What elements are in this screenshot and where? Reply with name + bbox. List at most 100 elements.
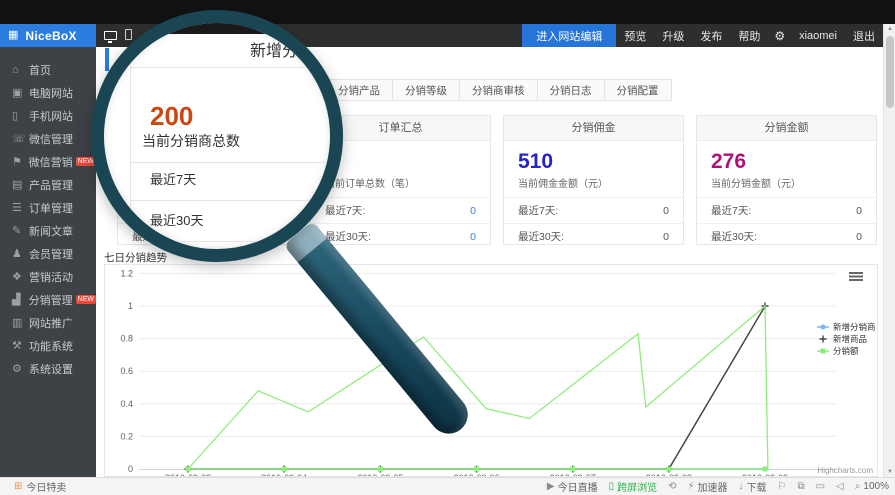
row-value[interactable]: 0	[663, 231, 669, 243]
row-value[interactable]: 0	[470, 231, 476, 243]
y-tick-label: 1.2	[120, 268, 133, 278]
magnified-card-label: 当前分销商总数	[142, 131, 240, 151]
promotion-icon: ▥	[12, 316, 29, 329]
row-key: 最近30天:	[325, 229, 371, 244]
sidebar-item-4[interactable]: ☏微信管理	[0, 127, 96, 150]
settings-icon: ⚙	[12, 362, 29, 375]
status-download[interactable]: ↓下载	[739, 479, 767, 494]
enter-site-edit-button[interactable]: 进入网站编辑	[522, 24, 616, 47]
sidebar-item-label: 功能系统	[29, 338, 73, 354]
status-icon[interactable]: ⟲	[668, 481, 676, 492]
marker-circle	[821, 325, 826, 330]
row-key: 最近7天:	[711, 203, 751, 218]
row-key: 最近30天:	[518, 229, 564, 244]
page-scrollbar[interactable]: ▲ ▼	[883, 24, 895, 477]
status-icon[interactable]: ⚐	[778, 481, 787, 492]
megaphone-icon: ⚑	[12, 155, 29, 168]
sidebar-item-12[interactable]: ▥网站推广	[0, 311, 96, 334]
sidebar-item-label: 分销管理	[29, 292, 73, 308]
scroll-down-arrow[interactable]: ▼	[884, 469, 895, 475]
username[interactable]: xiaomei	[791, 30, 845, 42]
card-row: 最近30天: 0	[697, 223, 876, 249]
nav-link-help[interactable]: 帮助	[730, 28, 768, 44]
sidebar-item-8[interactable]: ✎新闻文章	[0, 219, 96, 242]
sidebar-item-9[interactable]: ♟会员管理	[0, 242, 96, 265]
copy-icon: ⧉	[798, 481, 805, 492]
status-zoom[interactable]: ⌕100%	[855, 481, 889, 492]
gear-icon[interactable]: ⚙	[768, 29, 791, 43]
today-sale-label: 今日特卖	[26, 479, 66, 494]
tab-5[interactable]: 分销配置	[605, 79, 672, 101]
legend-item-新增分销商[interactable]: 新增分销商	[817, 322, 876, 332]
marker-square	[474, 467, 479, 472]
card-value: 276	[711, 150, 862, 174]
browser-status-bar: ⊞ 今日特卖 ▶今日直播 ▯跨屏浏览 ⟲ ⚡加速器 ↓下载 ⚐ ⧉ ▭ ◁ ⌕100%	[0, 477, 895, 495]
sidebar-item-5[interactable]: ⚑微信营销NEW	[0, 150, 96, 173]
card-title: 分销佣金	[504, 116, 683, 141]
row-value[interactable]: 0	[856, 231, 862, 243]
magnified-card-title: 新增分销商	[250, 37, 330, 61]
nav-link-upgrade[interactable]: 升级	[654, 28, 692, 44]
y-tick-label: 0.2	[120, 431, 133, 441]
sidebar-item-label: 微信营销	[29, 154, 73, 170]
magnifier-glass: 新增分销商 200 当前分销商总数 最近7天 最近30天	[91, 10, 343, 262]
accelerator-icon: ⚡	[688, 481, 695, 492]
magnified-row-30days: 最近30天	[150, 210, 203, 229]
sidebar-item-label: 首页	[29, 62, 51, 78]
sidebar: ⌂首页▣电脑网站▯手机网站☏微信管理⚑微信营销NEW▤产品管理☰订单管理✎新闻文…	[0, 47, 96, 477]
nav-link-publish[interactable]: 发布	[692, 28, 730, 44]
gift-icon: ⊞	[14, 481, 22, 492]
svg-text:分销额: 分销额	[833, 346, 859, 356]
row-value[interactable]: 0	[856, 205, 862, 217]
sidebar-item-10[interactable]: ❖营销活动	[0, 265, 96, 288]
legend-item-分销额[interactable]: 分销额	[817, 346, 859, 356]
y-tick-label: 0.4	[120, 399, 133, 409]
logout-link[interactable]: 退出	[845, 28, 883, 44]
card-label: 当前佣金金额（元）	[518, 175, 669, 190]
marker-square	[666, 467, 671, 472]
sidebar-item-1[interactable]: ⌂首页	[0, 58, 96, 81]
tab-4[interactable]: 分销日志	[538, 79, 605, 101]
tab-3[interactable]: 分销商审核	[460, 79, 538, 101]
app-logo[interactable]: ▦ NiceBoX	[0, 24, 96, 47]
x-tick-label: 2016-09-08	[646, 473, 692, 476]
status-label: 今日直播	[558, 479, 598, 494]
status-accelerator[interactable]: ⚡加速器	[688, 479, 728, 494]
nav-link-preview[interactable]: 预览	[616, 28, 654, 44]
x-tick-label: 2016-09-06	[453, 473, 499, 476]
status-label: 下载	[747, 479, 767, 494]
card-row: 最近30天: 0	[504, 223, 683, 249]
window-top-strip	[0, 0, 895, 24]
status-play[interactable]: ▶今日直播	[547, 479, 598, 494]
x-tick-label: 2016-09-04	[261, 473, 307, 476]
sidebar-item-7[interactable]: ☰订单管理	[0, 196, 96, 219]
sidebar-item-13[interactable]: ⚒功能系统	[0, 334, 96, 357]
scroll-up-arrow[interactable]: ▲	[884, 26, 895, 32]
sidebar-item-2[interactable]: ▣电脑网站	[0, 81, 96, 104]
desktop-icon: ▣	[12, 86, 29, 99]
magnified-row-7days: 最近7天	[150, 169, 196, 188]
sidebar-item-label: 网站推广	[29, 315, 73, 331]
x-tick-label: 2016-09-05	[357, 473, 403, 476]
sidebar-item-11[interactable]: ▟分销管理NEW	[0, 288, 96, 311]
today-sale-button[interactable]: ⊞ 今日特卖	[14, 479, 66, 494]
row-key: 最近30天:	[711, 229, 757, 244]
chart-menu-icon[interactable]	[849, 272, 863, 281]
svg-text:新增分销商: 新增分销商	[833, 322, 876, 332]
tab-2[interactable]: 分销等级	[393, 79, 460, 101]
status-phone[interactable]: ▯跨屏浏览	[609, 479, 658, 494]
magnified-divider	[130, 200, 330, 201]
mobile-icon: ▯	[12, 109, 29, 122]
sidebar-item-14[interactable]: ⚙系统设置	[0, 357, 96, 380]
card-title: 分销金额	[697, 116, 876, 141]
scrollbar-thumb[interactable]	[886, 36, 894, 108]
row-value[interactable]: 0	[470, 205, 476, 217]
sidebar-item-3[interactable]: ▯手机网站	[0, 104, 96, 127]
card-label: 当前订单总数（笔）	[325, 175, 476, 190]
status-icon[interactable]: ▭	[816, 481, 825, 492]
status-icon[interactable]: ⧉	[798, 481, 805, 492]
status-icon[interactable]: ◁	[836, 481, 844, 492]
sidebar-item-6[interactable]: ▤产品管理	[0, 173, 96, 196]
magnified-blue-accent	[104, 48, 108, 70]
row-value[interactable]: 0	[663, 205, 669, 217]
